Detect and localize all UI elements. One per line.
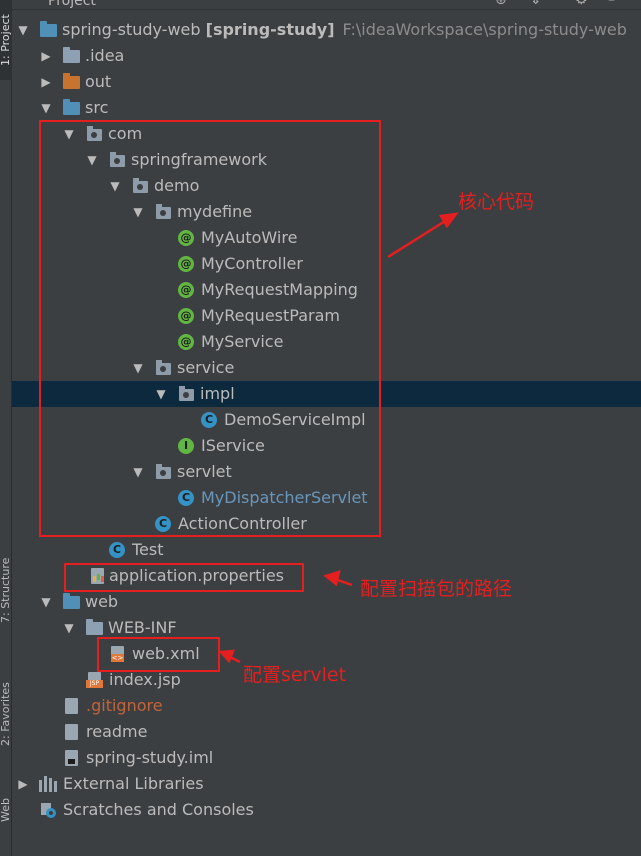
locate-icon[interactable]: ⊕ [495, 0, 507, 8]
module-folder-icon [40, 21, 57, 37]
text-file-icon [65, 698, 78, 714]
collapse-icon[interactable]: ⇕ [530, 0, 542, 8]
libraries-icon [39, 776, 57, 792]
excluded-folder-icon [63, 73, 80, 89]
web-tool-tab[interactable]: Web [0, 790, 12, 830]
root-name: spring-study-web [62, 20, 201, 39]
tree-node-root[interactable]: ▼ spring-study-web [spring-study] F:\idea… [12, 17, 641, 43]
source-folder-icon [63, 99, 80, 115]
structure-tool-tab[interactable]: 7: Structure [0, 540, 12, 640]
servlet-note: 配置servlet [243, 664, 347, 686]
web-folder-icon [63, 593, 80, 609]
favorites-tool-tab[interactable]: 2: Favorites [0, 668, 12, 760]
runnable-class-icon: C [109, 542, 125, 558]
tree-node-web[interactable]: ▼ web [12, 589, 641, 615]
hide-icon[interactable]: – [608, 0, 615, 8]
tree-label: web [85, 592, 119, 611]
tree-node-idea[interactable]: ▶ .idea [12, 43, 641, 69]
tree-node-out[interactable]: ▶ out [12, 69, 641, 95]
tree-node-readme[interactable]: readme [12, 719, 641, 745]
module-file-icon [65, 750, 78, 766]
tree-label: readme [86, 722, 148, 741]
tree-node-external-libraries[interactable]: ▶ External Libraries [12, 771, 641, 797]
scratches-icon [39, 801, 57, 819]
folder-icon [63, 47, 80, 63]
tree-node-iml[interactable]: spring-study.iml [12, 745, 641, 771]
chevron-down-icon[interactable]: ▼ [62, 615, 76, 641]
panel-title: Project [48, 0, 96, 9]
tree-label: External Libraries [63, 774, 204, 793]
tree-node-gitignore[interactable]: .gitignore [12, 693, 641, 719]
tree-label: Test [132, 540, 164, 559]
jsp-file-icon [86, 672, 103, 688]
tree-label: Scratches and Consoles [63, 800, 254, 819]
tree-node-src[interactable]: ▼ src [12, 95, 641, 121]
chevron-right-icon[interactable]: ▶ [39, 69, 53, 95]
chevron-down-icon[interactable]: ▼ [39, 95, 53, 121]
chevron-right-icon[interactable]: ▶ [16, 771, 30, 797]
tree-label: out [85, 72, 112, 91]
properties-highlight-box [64, 563, 304, 592]
gear-icon[interactable]: ⚙ [575, 0, 588, 8]
tool-window-stripe: 1: Project 7: Structure 2: Favorites Web [0, 0, 12, 856]
chevron-down-icon[interactable]: ▼ [39, 589, 53, 615]
root-module: [spring-study] [205, 20, 335, 39]
chevron-down-icon[interactable]: ▼ [16, 17, 30, 43]
core-code-highlight-box [39, 120, 381, 537]
folder-icon [86, 619, 103, 635]
tree-node-test[interactable]: C Test [12, 537, 641, 563]
tree-label: spring-study.iml [86, 748, 214, 767]
project-tool-tab[interactable]: 1: Project [0, 0, 12, 80]
text-file-icon [65, 724, 78, 740]
core-code-note: 核心代码 [458, 191, 535, 213]
tree-label: .gitignore [86, 696, 163, 715]
root-path: F:\ideaWorkspace\spring-study-web [342, 20, 627, 39]
chevron-right-icon[interactable]: ▶ [39, 43, 53, 69]
tree-label: .idea [85, 46, 125, 65]
project-panel-header: Project ⊕ ⇕ ⚙ – [12, 0, 641, 10]
scan-path-note: 配置扫描包的路径 [360, 578, 513, 600]
tree-label: src [85, 98, 109, 117]
tree-node-scratches[interactable]: Scratches and Consoles [12, 797, 641, 823]
web-xml-highlight-box [97, 637, 220, 672]
